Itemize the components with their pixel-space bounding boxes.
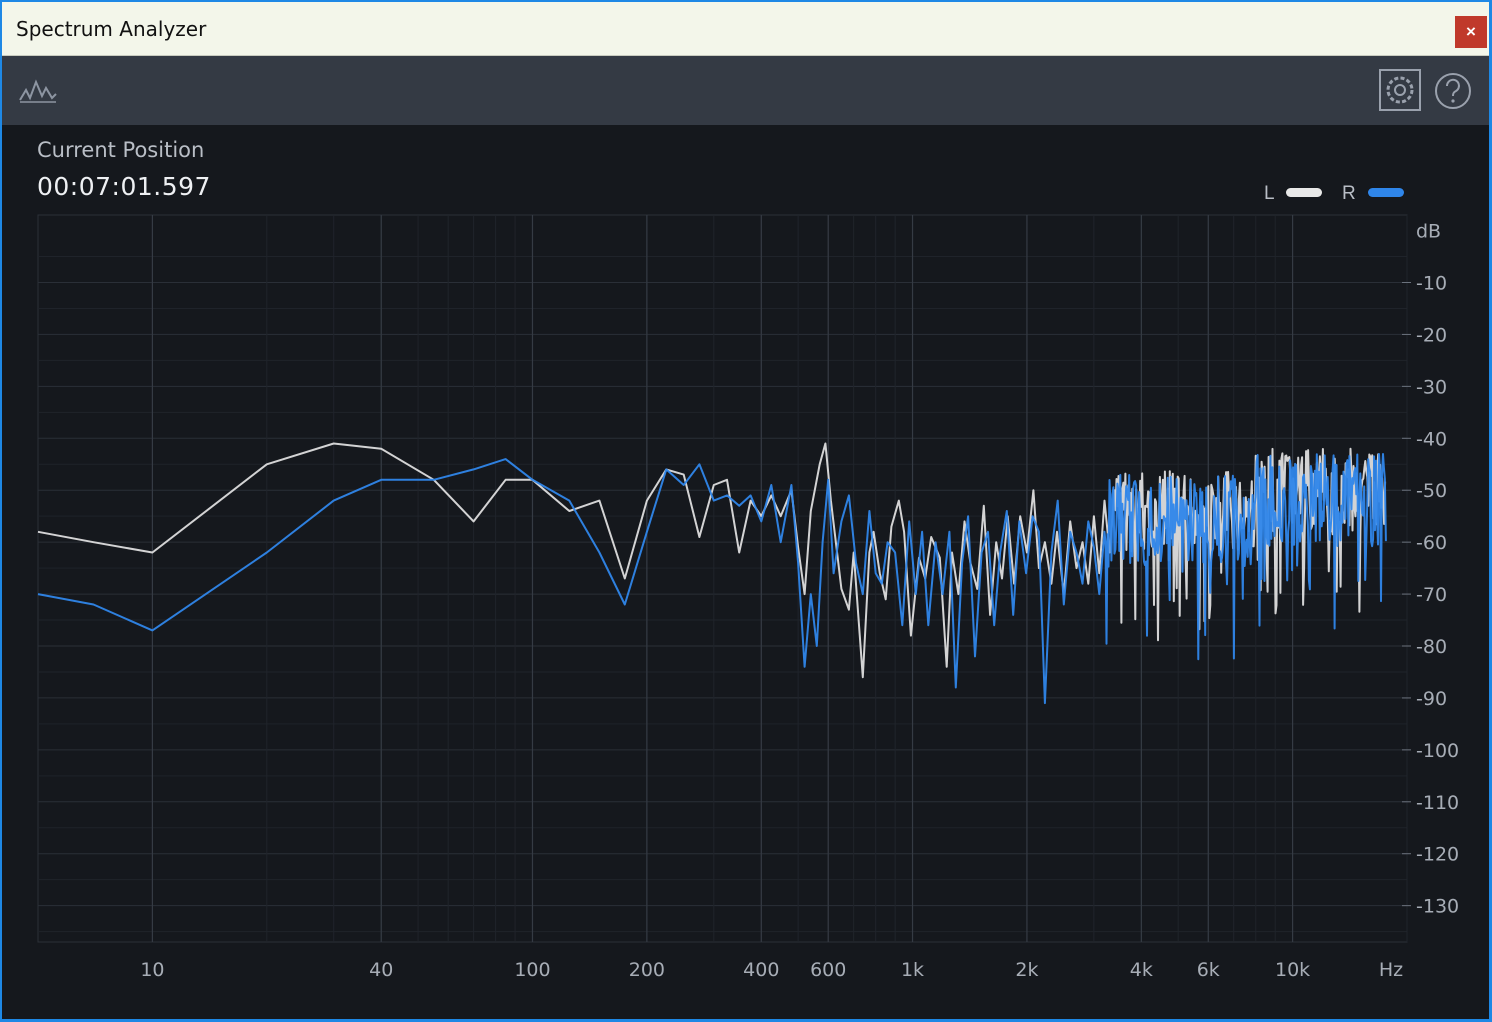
x-tick-label: 10: [140, 959, 164, 981]
y-tick-label: -130: [1416, 896, 1459, 918]
y-tick-label: -50: [1416, 480, 1447, 502]
toolbar: [2, 56, 1489, 125]
x-tick-label: 4k: [1130, 959, 1153, 981]
spectrum-analyzer-window: Spectrum Analyzer × Current Position 00:…: [2, 2, 1489, 1019]
x-tick-label: 400: [743, 959, 779, 981]
y-tick-label: -60: [1416, 532, 1447, 554]
spectrum-wave-icon: [19, 79, 57, 103]
gear-icon[interactable]: [1378, 68, 1422, 112]
legend-label-left: L: [1264, 183, 1275, 204]
y-unit-label: dB: [1416, 221, 1441, 243]
y-tick-label: -90: [1416, 688, 1447, 710]
y-tick-label: -110: [1416, 792, 1459, 814]
legend-swatch-right: [1368, 188, 1404, 197]
y-tick-label: -120: [1416, 844, 1459, 866]
y-tick-label: -70: [1416, 584, 1447, 606]
x-tick-label: 1k: [901, 959, 924, 981]
spectrum-chart: 10 40 100 200 400 600 1k 2k 4k 6k 10k Hz -10 -20 -30 -4…: [37, 214, 1459, 981]
x-tick-label: 10k: [1275, 959, 1310, 981]
x-tick-label: 2k: [1015, 959, 1038, 981]
x-tick-label: 6k: [1197, 959, 1220, 981]
y-tick-label: -20: [1416, 324, 1447, 346]
help-icon[interactable]: [1434, 72, 1472, 110]
title-bar: Spectrum Analyzer ×: [2, 2, 1489, 56]
x-unit-label: Hz: [1379, 959, 1403, 981]
plot-area: [37, 214, 1408, 943]
y-tick-label: -100: [1416, 740, 1459, 762]
legend-label-right: R: [1342, 183, 1356, 204]
y-tick-label: -80: [1416, 636, 1447, 658]
legend-swatch-left: [1286, 188, 1322, 197]
x-tick-label: 600: [810, 959, 846, 981]
window-title: Spectrum Analyzer: [16, 17, 207, 41]
legend-item-right: R: [1342, 183, 1404, 205]
x-tick-label: 200: [629, 959, 665, 981]
y-tick-label: -40: [1416, 428, 1447, 450]
y-tick-label: -10: [1416, 273, 1447, 295]
legend-item-left: L: [1264, 183, 1322, 205]
y-tick-label: -30: [1416, 376, 1447, 398]
x-tick-label: 40: [369, 959, 393, 981]
close-button[interactable]: ×: [1455, 16, 1487, 48]
analyzer-panel: Current Position 00:07:01.597 10 40 100 200…: [2, 125, 1489, 1019]
x-tick-label: 100: [514, 959, 550, 981]
